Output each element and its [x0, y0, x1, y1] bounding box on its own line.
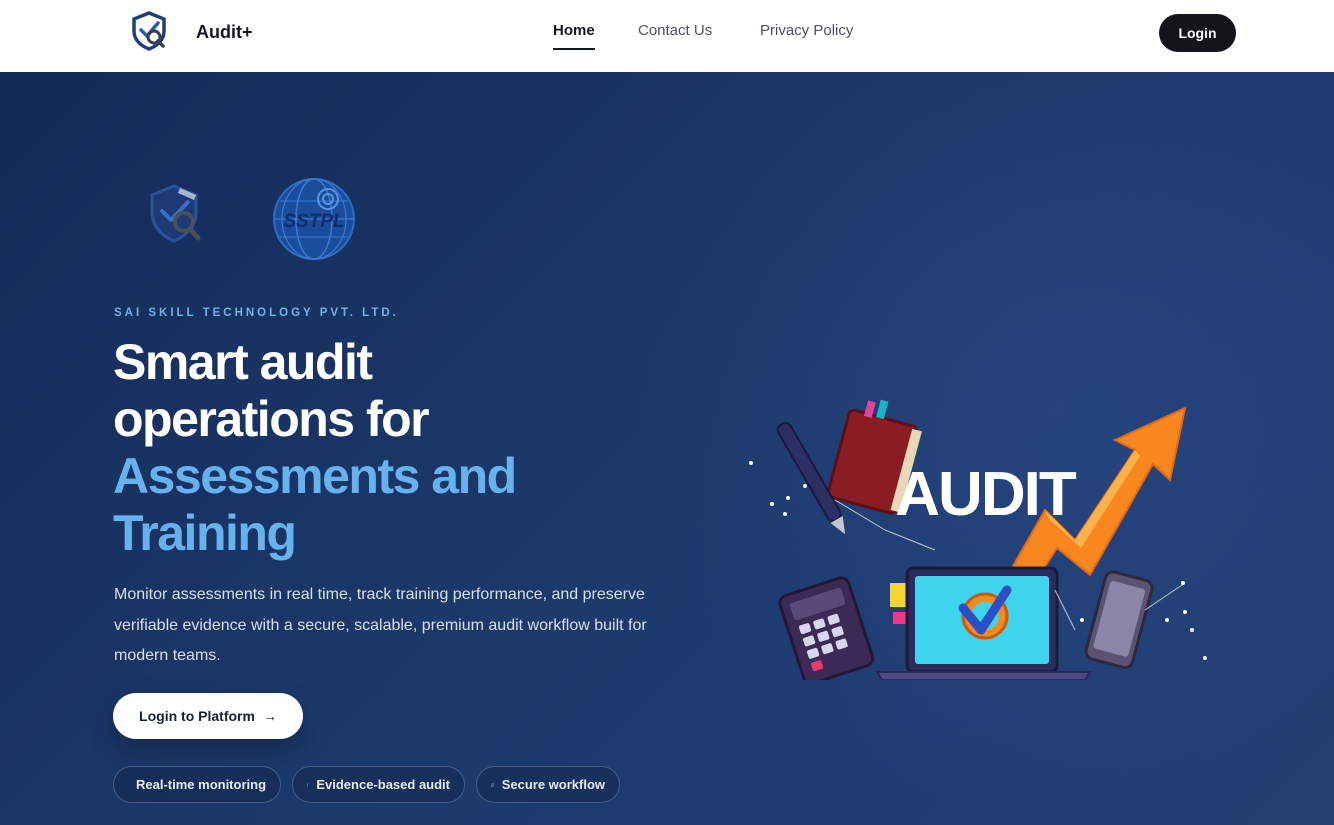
hero-section: SSTPL SAI SKILL TECHNOLOGY PVT. LTD. Sma… — [0, 72, 1334, 825]
chip-evidence-based-audit: Evidence-based audit — [292, 766, 465, 803]
arrow-right-icon: → — [262, 708, 277, 724]
login-to-platform-button[interactable]: Login to Platform → — [113, 693, 303, 739]
hero-description: Monitor assessments in real time, track … — [114, 586, 647, 664]
headline-accent-1: Assessments and — [113, 448, 517, 504]
top-navbar: Audit+ Home Contact Us Privacy Policy Lo… — [0, 0, 1334, 72]
nav-home[interactable]: Home — [553, 22, 595, 50]
smartphone-icon — [1084, 570, 1154, 670]
sstpl-logo-text: SSTPL — [283, 211, 344, 232]
chip-dot-icon — [307, 782, 309, 787]
headline-line-2: operations for — [113, 391, 430, 447]
headline-line-1: Smart audit — [113, 334, 373, 390]
sstpl-globe-logo-icon: SSTPL — [273, 178, 355, 260]
calculator-icon — [778, 576, 875, 680]
shield-check-logo-icon[interactable] — [130, 11, 168, 51]
chip-label: Real-time monitoring — [136, 777, 267, 792]
illustration-audit-text: AUDIT — [895, 460, 1077, 529]
brand-name[interactable]: Audit+ — [196, 22, 253, 43]
company-kicker: SAI SKILL TECHNOLOGY PVT. LTD. — [114, 307, 399, 319]
nav-contact-us[interactable]: Contact Us — [638, 22, 712, 39]
audit-illustration: AUDIT — [749, 399, 1207, 680]
audit-shield-logo-icon — [150, 184, 201, 243]
hero-headline: Smart audit operations for Assessments a… — [113, 334, 633, 562]
chip-real-time-monitoring: Real-time monitoring — [113, 766, 281, 803]
chip-label: Evidence-based audit — [316, 777, 450, 792]
laptop-icon — [875, 566, 1092, 680]
chip-label: Secure workflow — [501, 777, 605, 792]
nav-privacy-policy[interactable]: Privacy Policy — [760, 22, 853, 39]
chip-dot-icon — [491, 782, 494, 787]
cta-label: Login to Platform — [139, 708, 255, 724]
chip-secure-workflow: Secure workflow — [476, 766, 620, 803]
headline-accent-2: Training — [113, 505, 297, 561]
login-button[interactable]: Login — [1159, 14, 1236, 52]
